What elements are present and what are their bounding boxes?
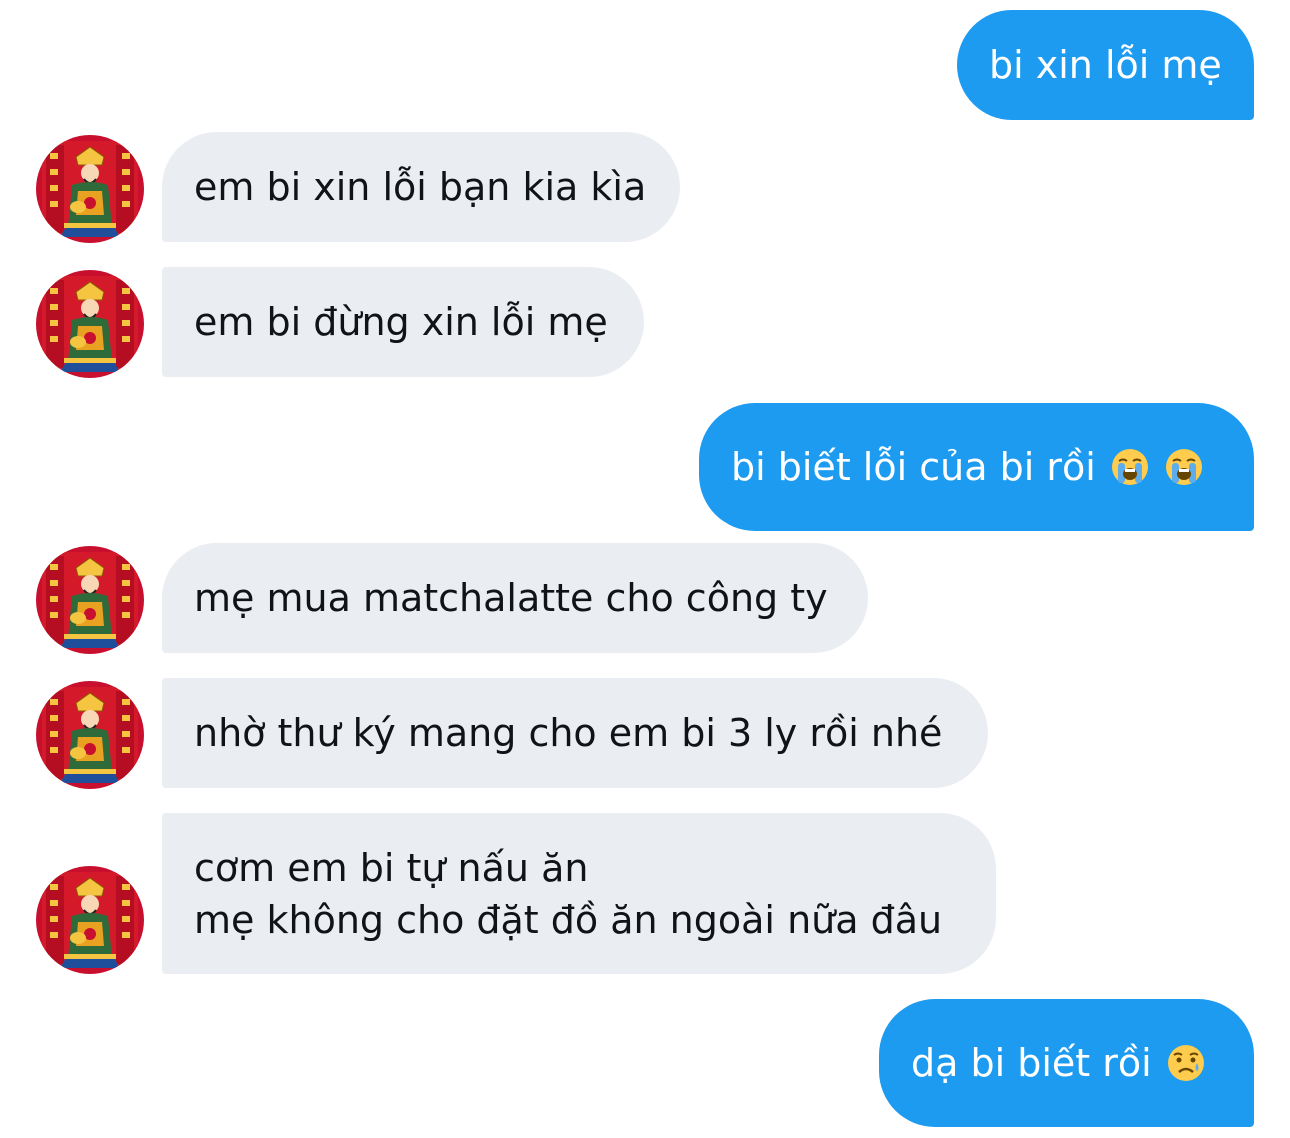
message-text: mẹ mua matchalatte cho công ty [194, 576, 828, 620]
message-bubble-incoming[interactable]: em bi xin lỗi bạn kia kìa [162, 132, 680, 242]
avatar[interactable] [36, 135, 144, 243]
avatar[interactable] [36, 866, 144, 974]
message-bubble-incoming[interactable]: nhờ thư ký mang cho em bi 3 ly rồi nhé [162, 678, 988, 788]
message-bubble-incoming[interactable]: em bi đừng xin lỗi mẹ [162, 267, 644, 377]
message-bubble-outgoing[interactable]: bi xin lỗi mẹ [957, 10, 1254, 120]
avatar[interactable] [36, 270, 144, 378]
god-of-wealth-avatar-icon [36, 270, 144, 378]
loudly-crying-face-emoji-icon [1110, 447, 1150, 487]
message-bubble-outgoing[interactable]: dạ bi biết rồi [879, 999, 1254, 1127]
loudly-crying-face-emoji-icon [1164, 447, 1204, 487]
avatar[interactable] [36, 546, 144, 654]
sad-but-relieved-face-emoji-icon [1166, 1043, 1206, 1083]
god-of-wealth-avatar-icon [36, 546, 144, 654]
god-of-wealth-avatar-icon [36, 135, 144, 243]
message-text: dạ bi biết rồi [911, 1041, 1152, 1085]
message-text: bi biết lỗi của bi rồi [731, 445, 1096, 489]
god-of-wealth-avatar-icon [36, 866, 144, 974]
message-bubble-outgoing[interactable]: bi biết lỗi của bi rồi [699, 403, 1254, 531]
message-text: em bi đừng xin lỗi mẹ [194, 300, 608, 344]
message-text: nhờ thư ký mang cho em bi 3 ly rồi nhé [194, 711, 943, 755]
message-bubble-incoming[interactable]: mẹ mua matchalatte cho công ty [162, 543, 868, 653]
message-text: bi xin lỗi mẹ [989, 43, 1222, 87]
message-bubble-incoming[interactable]: cơm em bi tự nấu ăn mẹ không cho đặt đồ … [162, 813, 996, 974]
god-of-wealth-avatar-icon [36, 681, 144, 789]
message-text: cơm em bi tự nấu ăn mẹ không cho đặt đồ … [194, 845, 943, 942]
avatar[interactable] [36, 681, 144, 789]
message-text: em bi xin lỗi bạn kia kìa [194, 165, 647, 209]
